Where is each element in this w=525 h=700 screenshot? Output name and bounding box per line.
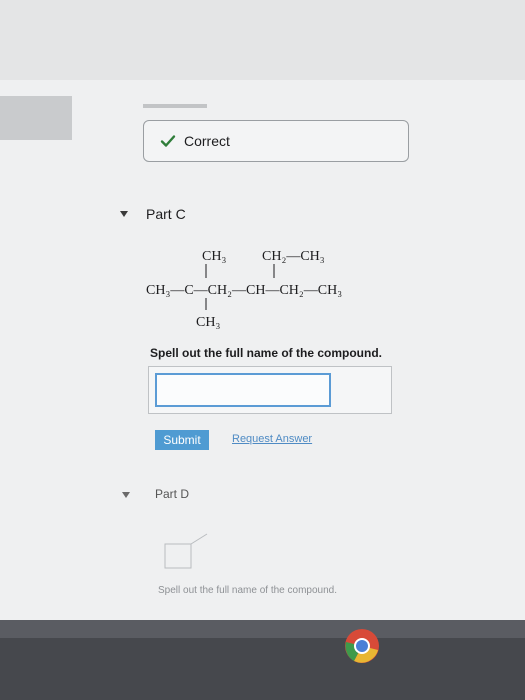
expand-arrow-icon[interactable]	[122, 492, 130, 498]
part-d-prompt: Spell out the full name of the compound.	[158, 585, 338, 596]
side-panel	[0, 96, 72, 140]
compound-structure: CH₃ CH₂—CH₃ CH₃—C—CH₂—CH—CH₂—CH₃ CH₃	[146, 249, 342, 330]
request-answer-link[interactable]: Request Answer	[232, 433, 312, 445]
correct-label: Correct	[184, 133, 230, 149]
tab-indicator	[143, 104, 207, 108]
part-d-label[interactable]: Part D	[155, 487, 189, 501]
expand-arrow-icon[interactable]	[120, 211, 128, 217]
main-chain: CH₃—C—CH₂—CH—CH₂—CH₃	[146, 283, 342, 298]
answer-area	[148, 366, 392, 414]
part-c-prompt: Spell out the full name of the compound.	[150, 346, 382, 360]
browser-top-area	[0, 0, 525, 80]
taskbar-edge	[0, 620, 525, 638]
methyl-bottom: CH₃	[196, 315, 220, 330]
structure-placeholder-icon	[164, 533, 208, 569]
taskbar	[0, 620, 525, 700]
check-icon	[160, 135, 176, 147]
methyl-top: CH₃	[202, 249, 226, 264]
part-c-label[interactable]: Part C	[146, 206, 186, 222]
ethyl-branch: CH₂—CH₃	[262, 249, 325, 264]
answer-input[interactable]	[155, 373, 331, 407]
chrome-icon[interactable]	[344, 628, 380, 664]
submit-button[interactable]: Submit	[155, 430, 209, 450]
correct-feedback: Correct	[143, 120, 409, 162]
